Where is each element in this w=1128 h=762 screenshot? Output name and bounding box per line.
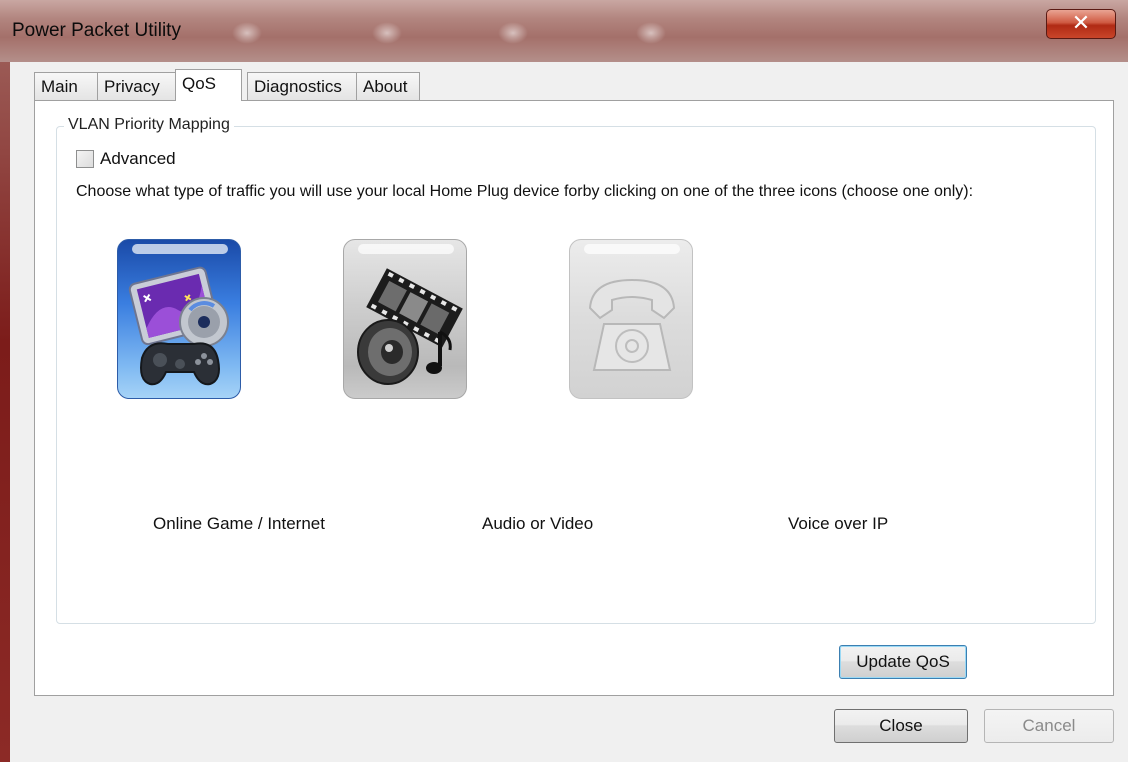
telephone-graphic [588, 278, 676, 371]
instructions-text: Choose what type of traffic you will use… [76, 183, 974, 200]
titlebar-glare [498, 22, 528, 44]
window-border [0, 62, 10, 762]
cancel-button[interactable]: Cancel [984, 709, 1114, 743]
audio-video-icon[interactable] [343, 239, 467, 399]
update-qos-button[interactable]: Update QoS [839, 645, 967, 679]
advanced-checkbox[interactable] [76, 150, 94, 168]
titlebar-glare [372, 22, 402, 44]
titlebar-glare [636, 22, 666, 44]
tab-main[interactable]: Main [34, 72, 98, 100]
close-window-button[interactable]: ✕ [1046, 9, 1116, 39]
option-label-voip: Voice over IP [788, 514, 889, 533]
window-title: Power Packet Utility [12, 20, 181, 41]
icon-gloss [132, 244, 228, 254]
title-bar[interactable]: Power Packet Utility ✕ [0, 0, 1128, 62]
tab-privacy[interactable]: Privacy [97, 72, 176, 100]
option-label-game: Online Game / Internet [153, 514, 325, 533]
game-internet-graphic [128, 266, 229, 386]
icon-gloss [584, 244, 680, 254]
icon-gloss [358, 244, 454, 254]
titlebar-glare [232, 22, 262, 44]
group-title: VLAN Priority Mapping [64, 116, 234, 134]
advanced-label[interactable]: Advanced [100, 149, 176, 169]
app-window: Power Packet Utility ✕ Main Privacy QoS … [0, 0, 1128, 762]
audio-video-graphic [357, 268, 463, 385]
close-icon: ✕ [1071, 11, 1091, 36]
game-internet-icon[interactable] [117, 239, 241, 399]
tab-about[interactable]: About [356, 72, 420, 100]
tab-diagnostics[interactable]: Diagnostics [247, 72, 357, 100]
telephone-icon[interactable] [569, 239, 693, 399]
close-button[interactable]: Close [834, 709, 968, 743]
option-label-audio-video: Audio or Video [482, 514, 594, 533]
tab-qos[interactable]: QoS [175, 69, 242, 101]
